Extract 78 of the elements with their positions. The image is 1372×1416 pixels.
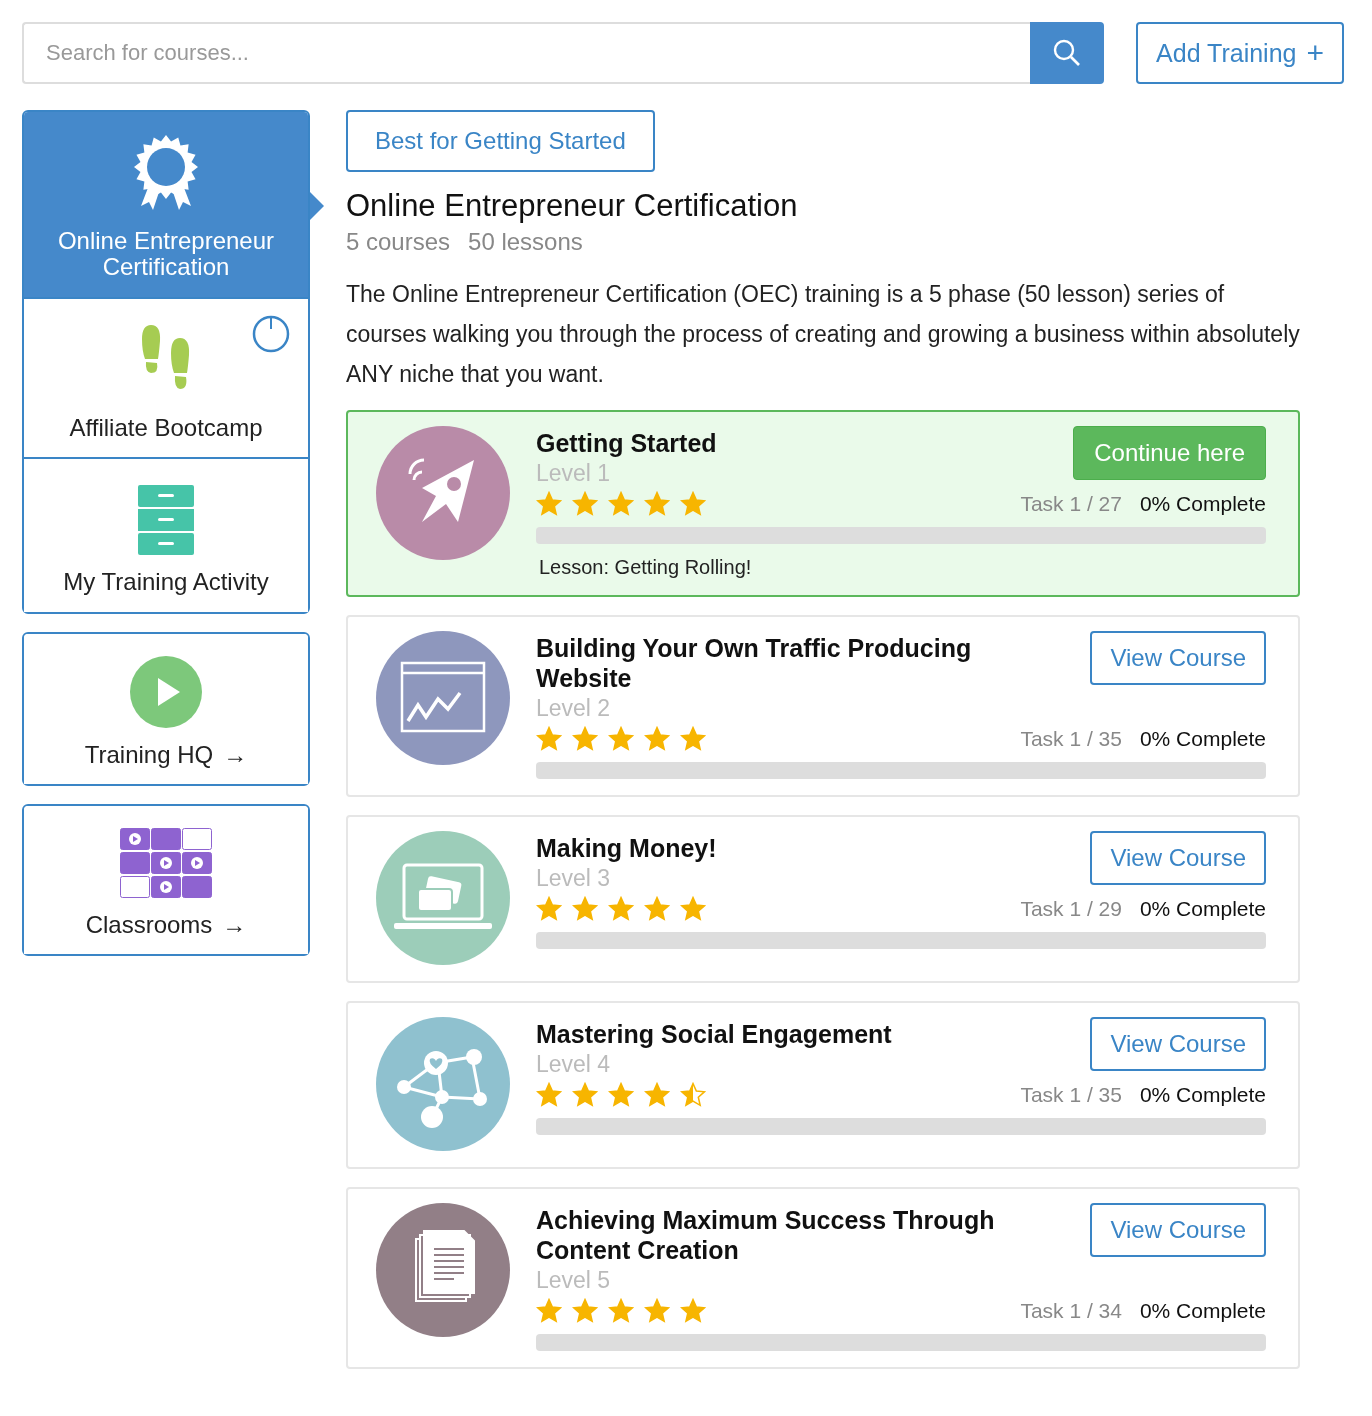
view-course-button[interactable]: View Course: [1090, 1017, 1266, 1071]
completion-text: 0% Complete: [1139, 1299, 1266, 1323]
view-course-button[interactable]: View Course: [1090, 1203, 1266, 1257]
sidebar-item-label: Online Entrepreneur Certification: [56, 228, 276, 281]
view-course-button[interactable]: View Course: [1090, 631, 1266, 685]
network-course-icon: [376, 1017, 510, 1151]
category-tag: Best for Getting Started: [346, 110, 655, 172]
search-field[interactable]: Search for courses...: [22, 22, 1031, 84]
task-count: Task 1 / 29: [1020, 897, 1122, 921]
star-icon: [536, 1298, 562, 1324]
star-icon: [536, 896, 562, 922]
search-icon: [1053, 39, 1082, 67]
sidebar-item[interactable]: My Training Activity: [24, 457, 308, 612]
sidebar-item-label: Classrooms: [85, 911, 213, 939]
course-title: Mastering Social Engagement: [536, 1019, 892, 1049]
star-icon: [608, 726, 634, 752]
sidebar-item[interactable]: Training HQ →: [24, 633, 308, 784]
search-button[interactable]: [1030, 22, 1105, 84]
cabinet-icon: [138, 485, 194, 556]
lesson-text: Lesson: Getting Rolling!: [538, 556, 752, 579]
star-icon: [680, 726, 706, 752]
video-grid-icon: [120, 827, 212, 898]
add-training-button[interactable]: Add Training +: [1136, 22, 1344, 84]
task-count: Task 1 / 34: [1020, 1299, 1122, 1323]
star-icon: [572, 1298, 598, 1324]
completion-text: 0% Complete: [1139, 897, 1266, 921]
arrow-icon: →: [223, 741, 248, 768]
star-icon: [536, 726, 562, 752]
star-icon: [572, 1082, 598, 1108]
view-course-button[interactable]: View Course: [1090, 831, 1266, 885]
sidebar-item-label: Affiliate Bootcamp: [69, 414, 263, 442]
course-title: Getting Started: [536, 428, 717, 458]
star-icon: [644, 1298, 670, 1324]
course-title: Achieving Maximum Success Through Content Creation: [536, 1205, 996, 1265]
laptop-course-icon: [376, 831, 510, 965]
sidebar-item-label: Training HQ: [84, 741, 214, 768]
star-icon: [644, 491, 670, 517]
completion-text: 0% Complete: [1139, 492, 1266, 516]
star-icon: [572, 896, 598, 922]
arrow-icon: →: [222, 911, 247, 939]
star-icon: [608, 491, 634, 517]
sidebar-item-label: My Training Activity: [63, 569, 269, 596]
star-icon: [680, 1298, 706, 1324]
course-level: Level 1: [536, 460, 612, 487]
course-level: Level 2: [536, 695, 612, 722]
star-icon: [680, 1082, 706, 1108]
task-count: Task 1 / 27: [1020, 492, 1122, 516]
completion-text: 0% Complete: [1139, 727, 1266, 751]
course-title: Building Your Own Traffic Producing Website: [536, 633, 973, 693]
course-level: Level 4: [536, 1051, 612, 1078]
stat-text: 50 lessons: [468, 228, 583, 256]
course-title: Making Money!: [536, 833, 717, 863]
completion-text: 0% Complete: [1139, 1083, 1266, 1107]
star-icon: [680, 491, 706, 517]
task-count: Task 1 / 35: [1020, 727, 1122, 751]
star-icon: [644, 726, 670, 752]
star-icon: [572, 491, 598, 517]
star-icon: [536, 491, 562, 517]
course-level: Level 3: [536, 865, 612, 892]
task-count: Task 1 / 35: [1020, 1083, 1122, 1107]
star-icon: [608, 896, 634, 922]
star-icon: [644, 1082, 670, 1108]
chart-course-icon: [376, 631, 510, 765]
star-icon: [644, 896, 670, 922]
page-title: Online Entrepreneur Certification: [346, 188, 799, 224]
star-icon: [608, 1298, 634, 1324]
star-icon: [680, 896, 706, 922]
continue-button[interactable]: Continue here: [1073, 426, 1266, 480]
description-text: The Online Entrepreneur Certification (OEC) training is a 5 phase (50 lesson) series of courses walking you through the process of creating and growing a business within absolutely ANY niche that you want.: [346, 280, 1300, 389]
sidebar-item[interactable]: Classrooms →: [24, 805, 308, 955]
play-icon: [130, 655, 202, 728]
star-icon: [572, 726, 598, 752]
star-icon: [536, 1082, 562, 1108]
star-icon: [608, 1082, 634, 1108]
stat-text: 5 courses: [346, 228, 451, 256]
document-course-icon: [376, 1203, 510, 1337]
course-level: Level 5: [536, 1267, 612, 1294]
rocket-course-icon: [376, 426, 510, 560]
